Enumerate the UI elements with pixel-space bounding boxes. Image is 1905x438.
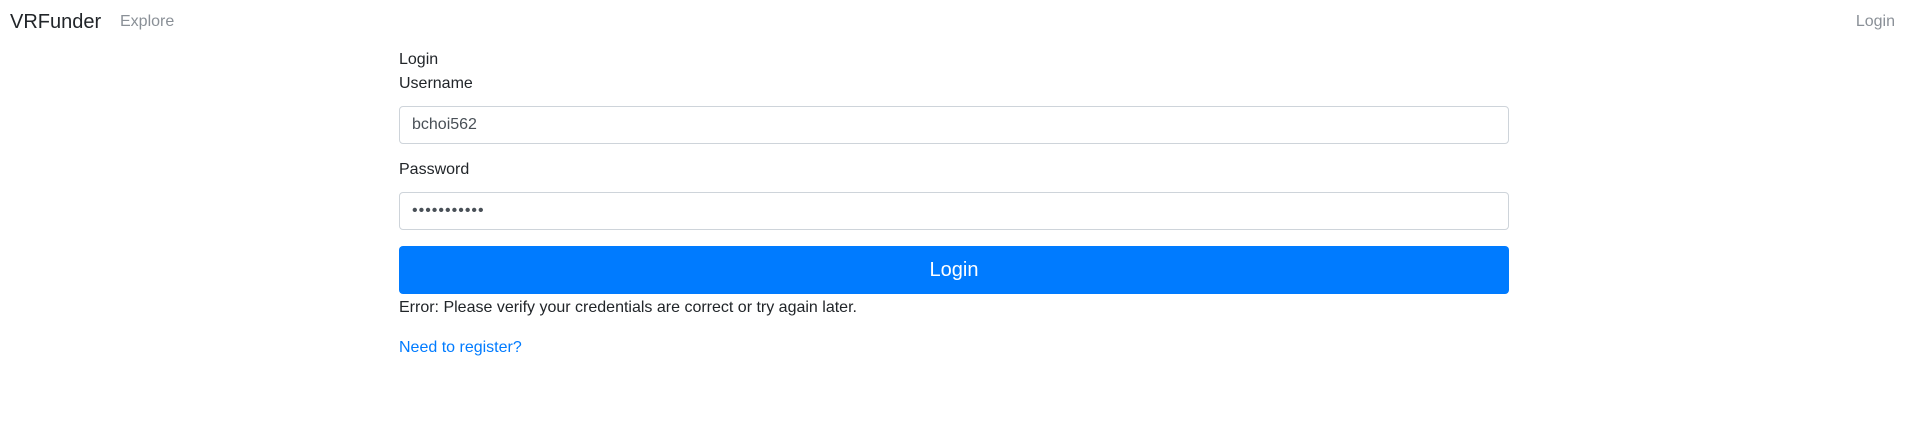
- username-label: Username: [399, 75, 473, 92]
- login-button[interactable]: Login: [399, 246, 1509, 294]
- navbar: VRFunder Explore Login: [0, 0, 1905, 42]
- page: VRFunder Explore Login Login Username Pa…: [0, 0, 1905, 438]
- login-form: Login Username Password Login Error: Ple…: [399, 50, 1509, 358]
- username-input[interactable]: [399, 106, 1509, 144]
- nav-explore-link[interactable]: Explore: [120, 12, 174, 32]
- register-link[interactable]: Need to register?: [399, 338, 522, 358]
- password-label: Password: [399, 161, 470, 178]
- error-message: Error: Please verify your credentials ar…: [399, 299, 857, 316]
- form-title: Login: [399, 51, 439, 68]
- brand-link[interactable]: VRFunder: [10, 10, 101, 34]
- nav-login-link[interactable]: Login: [1856, 12, 1895, 32]
- password-input[interactable]: [399, 192, 1509, 230]
